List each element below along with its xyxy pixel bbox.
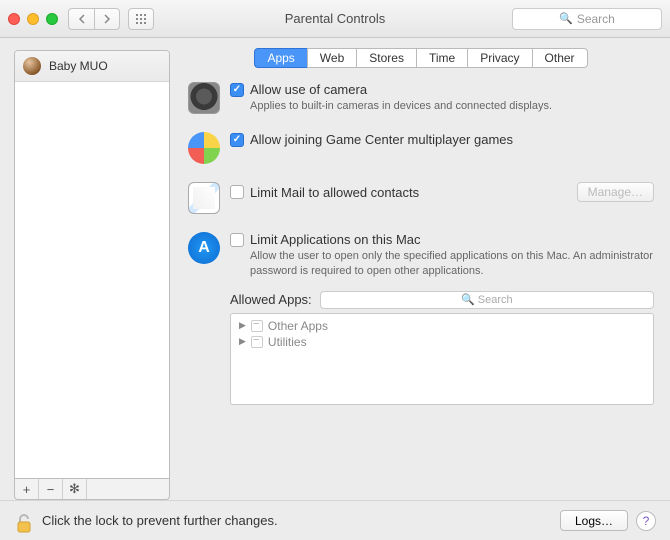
gamecenter-icon <box>188 132 220 164</box>
camera-icon <box>188 82 220 114</box>
allowed-apps-list: ▶ Other Apps ▶ Utilities <box>230 313 654 405</box>
main-panel: Apps Web Stores Time Privacy Other Allow… <box>180 38 670 500</box>
limit-apps-desc: Allow the user to open only the specifie… <box>250 249 654 279</box>
appstore-icon <box>188 232 220 264</box>
content-area: Baby MUO + − ✻ Apps Web Stores Time Priv… <box>0 38 670 500</box>
app-row[interactable]: ▶ Other Apps <box>231 318 653 334</box>
camera-checkbox[interactable] <box>230 83 244 97</box>
toolbar-search-placeholder: Search <box>577 12 615 26</box>
chevron-right-icon <box>103 14 111 24</box>
camera-desc: Applies to built-in cameras in devices a… <box>250 99 654 114</box>
tab-apps[interactable]: Apps <box>254 48 306 68</box>
mail-label: Limit Mail to allowed contacts <box>250 185 419 200</box>
lock-button[interactable] <box>14 509 34 533</box>
tab-bar: Apps Web Stores Time Privacy Other <box>254 48 587 68</box>
sidebar-toolbar: + − ✻ <box>14 479 170 500</box>
avatar <box>23 57 41 75</box>
remove-user-button[interactable]: − <box>39 479 63 499</box>
lock-open-icon <box>16 513 32 533</box>
allowed-apps-search-input[interactable]: 🔍 Search <box>320 291 654 309</box>
minimize-window-button[interactable] <box>27 13 39 25</box>
gamecenter-checkbox[interactable] <box>230 133 244 147</box>
gamecenter-setting: Allow joining Game Center multiplayer ga… <box>188 132 654 164</box>
user-name: Baby MUO <box>49 59 108 73</box>
tab-time[interactable]: Time <box>416 48 467 68</box>
app-checkbox[interactable] <box>251 320 263 332</box>
limit-apps-checkbox[interactable] <box>230 233 244 247</box>
disclosure-triangle-icon[interactable]: ▶ <box>239 336 246 347</box>
lock-text: Click the lock to prevent further change… <box>42 513 278 528</box>
user-list: Baby MUO <box>14 50 170 479</box>
tab-web[interactable]: Web <box>307 48 356 68</box>
grid-icon <box>135 13 147 25</box>
user-list-item[interactable]: Baby MUO <box>15 51 169 82</box>
app-name: Other Apps <box>268 319 328 333</box>
titlebar: Parental Controls 🔍 Search <box>0 0 670 38</box>
limit-apps-setting: Limit Applications on this Mac Allow the… <box>188 232 654 279</box>
tab-other[interactable]: Other <box>532 48 588 68</box>
camera-setting: Allow use of camera Applies to built-in … <box>188 82 654 114</box>
camera-label: Allow use of camera <box>250 82 367 97</box>
allowed-apps-header: Allowed Apps: 🔍 Search <box>230 291 654 309</box>
show-all-button[interactable] <box>128 8 154 30</box>
allowed-apps-label: Allowed Apps: <box>230 292 312 307</box>
disclosure-triangle-icon[interactable]: ▶ <box>239 320 246 331</box>
app-checkbox[interactable] <box>251 336 263 348</box>
mail-icon <box>188 182 220 214</box>
search-icon: 🔍 <box>559 12 573 25</box>
limit-apps-label: Limit Applications on this Mac <box>250 232 421 247</box>
window-controls <box>8 13 58 25</box>
add-user-button[interactable]: + <box>15 479 39 499</box>
action-menu-button[interactable]: ✻ <box>63 479 87 499</box>
close-window-button[interactable] <box>8 13 20 25</box>
forward-button[interactable] <box>94 8 120 30</box>
tab-stores[interactable]: Stores <box>356 48 416 68</box>
footer: Click the lock to prevent further change… <box>0 500 670 540</box>
toolbar-search-input[interactable]: 🔍 Search <box>512 8 662 30</box>
mail-setting: Limit Mail to allowed contacts Manage… <box>188 182 654 214</box>
nav-buttons <box>68 8 120 30</box>
tab-privacy[interactable]: Privacy <box>467 48 531 68</box>
sidebar: Baby MUO + − ✻ <box>0 38 180 500</box>
app-name: Utilities <box>268 335 307 349</box>
zoom-window-button[interactable] <box>46 13 58 25</box>
help-button[interactable]: ? <box>636 511 656 531</box>
manage-button[interactable]: Manage… <box>577 182 654 202</box>
logs-button[interactable]: Logs… <box>560 510 628 531</box>
search-icon: 🔍 <box>461 293 475 306</box>
app-row[interactable]: ▶ Utilities <box>231 334 653 350</box>
allowed-apps-search-placeholder: Search <box>478 294 513 306</box>
mail-checkbox[interactable] <box>230 185 244 199</box>
back-button[interactable] <box>68 8 94 30</box>
chevron-left-icon <box>78 14 86 24</box>
gamecenter-label: Allow joining Game Center multiplayer ga… <box>250 132 513 147</box>
